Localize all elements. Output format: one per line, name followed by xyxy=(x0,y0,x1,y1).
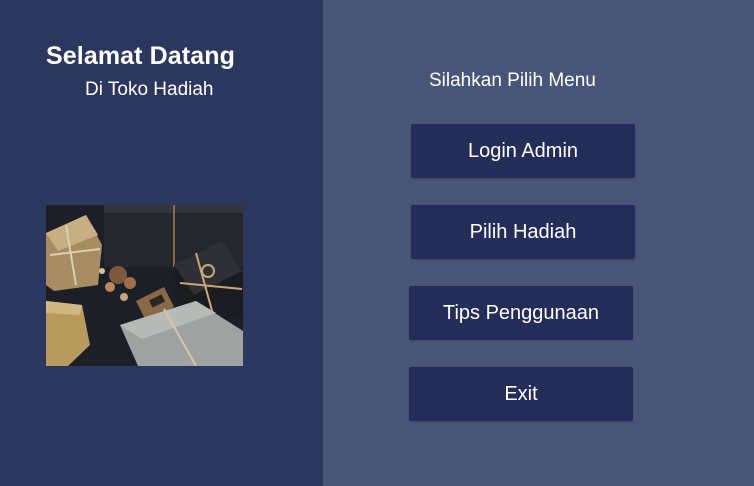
pilih-hadiah-button[interactable]: Pilih Hadiah xyxy=(411,205,635,259)
welcome-subtitle: Di Toko Hadiah xyxy=(85,79,214,100)
exit-button[interactable]: Exit xyxy=(409,367,633,421)
gift-boxes-image xyxy=(46,205,243,366)
welcome-title: Selamat Datang xyxy=(46,42,235,70)
login-admin-button[interactable]: Login Admin xyxy=(411,124,635,178)
app-window: Selamat Datang Di Toko Hadiah Silahkan P… xyxy=(0,0,754,486)
menu-prompt: Silahkan Pilih Menu xyxy=(429,70,596,91)
tips-penggunaan-button[interactable]: Tips Penggunaan xyxy=(409,286,633,340)
welcome-panel: Selamat Datang Di Toko Hadiah xyxy=(0,0,323,486)
